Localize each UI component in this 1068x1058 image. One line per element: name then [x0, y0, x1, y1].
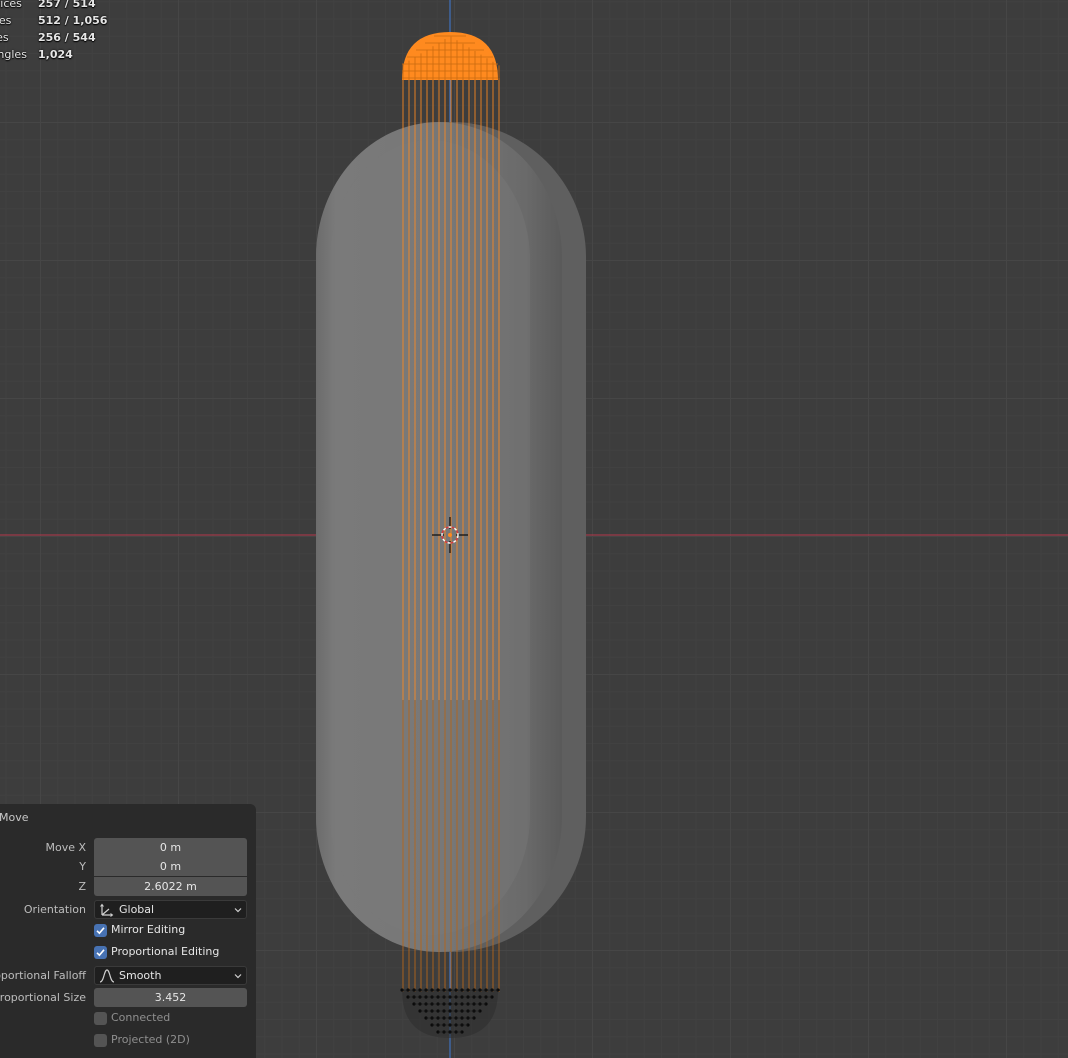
proportional-size-row: Proportional Size 3.452	[0, 988, 256, 1008]
move-y-label: Y	[79, 860, 86, 873]
stat-triangles: Triangles 1,024	[0, 46, 120, 63]
adjust-last-operation-panel[interactable]: Move Move X 0 m Y 0 m Z 2.6022 m Orienta…	[0, 804, 256, 1058]
stat-value: 512 / 1,056	[38, 14, 108, 27]
orientation-global-icon	[100, 903, 114, 917]
falloff-value: Smooth	[119, 969, 162, 982]
mirror-editing-label[interactable]: Mirror Editing	[111, 923, 185, 936]
stat-label: Faces	[0, 31, 9, 44]
move-z-label: Z	[78, 880, 86, 893]
stat-value: 1,024	[38, 48, 73, 61]
orientation-row: Orientation Global	[0, 900, 256, 920]
stat-faces: Faces 256 / 544	[0, 29, 120, 46]
move-y-field[interactable]: 0 m	[94, 857, 247, 876]
proportional-falloff-row: Proportional Falloff Smooth	[0, 966, 256, 986]
bottom-cap-vertices[interactable]	[400, 988, 500, 1038]
move-x-row: Move X 0 m	[0, 838, 256, 858]
mirror-editing-row[interactable]: Mirror Editing	[0, 922, 256, 942]
stat-label: Triangles	[0, 48, 27, 61]
proportional-editing-row[interactable]: Proportional Editing	[0, 944, 256, 964]
proportional-falloff-dropdown[interactable]: Smooth	[94, 966, 247, 985]
proportional-falloff-label: Proportional Falloff	[0, 969, 86, 982]
top-cap-selected[interactable]	[402, 32, 500, 80]
chevron-down-icon	[234, 908, 242, 913]
orientation-value: Global	[119, 903, 155, 916]
move-y-row: Y 0 m	[0, 857, 256, 877]
stat-value: 257 / 514	[38, 0, 96, 10]
proportional-editing-label[interactable]: Proportional Editing	[111, 945, 219, 958]
proportional-size-field[interactable]: 3.452	[94, 988, 247, 1007]
stat-label: Edges	[0, 14, 12, 27]
move-z-row: Z 2.6022 m	[0, 877, 256, 897]
stat-edges: Edges 512 / 1,056	[0, 12, 120, 29]
move-x-label: Move X	[45, 841, 86, 854]
stat-value: 256 / 544	[38, 31, 96, 44]
proportional-editing-checkbox[interactable]	[94, 946, 107, 959]
stat-label: Vertices	[0, 0, 22, 10]
stat-vertices: Vertices 257 / 514	[0, 0, 120, 12]
projected-row[interactable]: Projected (2D)	[0, 1032, 256, 1052]
connected-label[interactable]: Connected	[111, 1011, 170, 1024]
mirror-editing-checkbox[interactable]	[94, 924, 107, 937]
move-x-field[interactable]: 0 m	[94, 838, 247, 857]
orientation-label: Orientation	[23, 903, 86, 916]
scene-statistics: Vertices 257 / 514 Edges 512 / 1,056 Fac…	[0, 0, 120, 63]
chevron-down-icon	[234, 974, 242, 979]
smooth-falloff-icon	[99, 969, 115, 983]
projected-label[interactable]: Projected (2D)	[111, 1033, 190, 1046]
checkmark-icon	[96, 927, 105, 935]
connected-row[interactable]: Connected	[0, 1010, 256, 1030]
orientation-dropdown[interactable]: Global	[94, 900, 247, 919]
connected-checkbox[interactable]	[94, 1012, 107, 1025]
proportional-size-label: Proportional Size	[0, 991, 86, 1004]
projected-checkbox[interactable]	[94, 1034, 107, 1047]
checkmark-icon	[96, 949, 105, 957]
panel-title[interactable]: Move	[0, 811, 29, 824]
move-z-field[interactable]: 2.6022 m	[94, 877, 247, 896]
